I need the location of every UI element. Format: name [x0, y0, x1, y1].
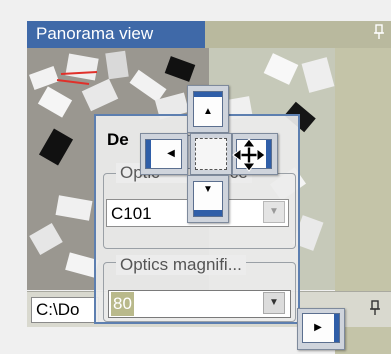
group-legend: Optics magnifi... — [116, 255, 246, 275]
triangle-left-icon: ◀ — [167, 148, 175, 159]
triangle-up-icon: ▲ — [203, 106, 213, 117]
triangle-right-icon: ▶ — [314, 322, 322, 333]
combo-value: 80 — [111, 292, 134, 316]
chevron-down-icon: ▼ — [269, 206, 279, 217]
dock-tabbed-target — [195, 138, 227, 170]
dropdown-button[interactable]: ▼ — [263, 292, 285, 314]
dock-bar — [194, 210, 222, 216]
dock-bar — [194, 92, 222, 97]
pin-icon[interactable] — [372, 24, 386, 42]
pin-icon-svg — [370, 300, 380, 315]
dock-bar — [334, 314, 339, 342]
chevron-down-icon: ▼ — [269, 297, 279, 308]
path-field[interactable]: C:\Do — [31, 297, 99, 323]
dock-bar — [266, 140, 271, 168]
combo-value: C101 — [111, 204, 152, 223]
chip — [105, 50, 129, 80]
panel-title: De — [107, 130, 129, 149]
dropdown-button[interactable]: ▼ — [263, 201, 285, 223]
dock-bar — [146, 140, 151, 168]
move-cursor-icon — [232, 138, 266, 172]
panorama-title: Panorama view — [36, 24, 154, 43]
pin-icon-svg — [374, 24, 384, 39]
triangle-down-icon: ▼ — [203, 184, 213, 195]
pin-icon[interactable] — [368, 300, 382, 318]
